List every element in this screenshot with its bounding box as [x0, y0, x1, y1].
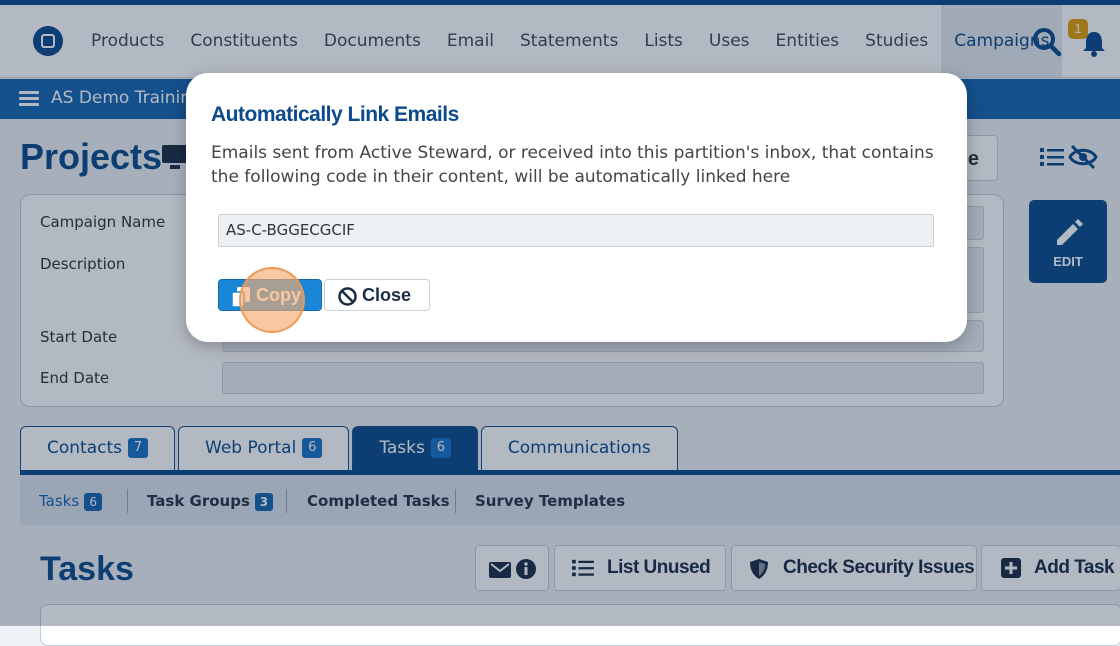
close-button[interactable]: Close	[324, 279, 430, 311]
copy-button[interactable]: Copy	[218, 279, 322, 311]
link-code-field[interactable]: AS-C-BGGECGCIF	[218, 214, 934, 247]
close-label: Close	[362, 285, 412, 305]
modal-description: Emails sent from Active Steward, or rece…	[211, 143, 934, 187]
copy-label: Copy	[256, 285, 301, 305]
ban-icon	[338, 287, 357, 306]
modal-title: Automatically Link Emails	[211, 103, 459, 126]
copy-icon	[231, 287, 250, 307]
auto-link-emails-modal: Automatically Link Emails Emails sent fr…	[186, 73, 967, 342]
page: Products Constituents Documents Email St…	[0, 0, 1120, 646]
